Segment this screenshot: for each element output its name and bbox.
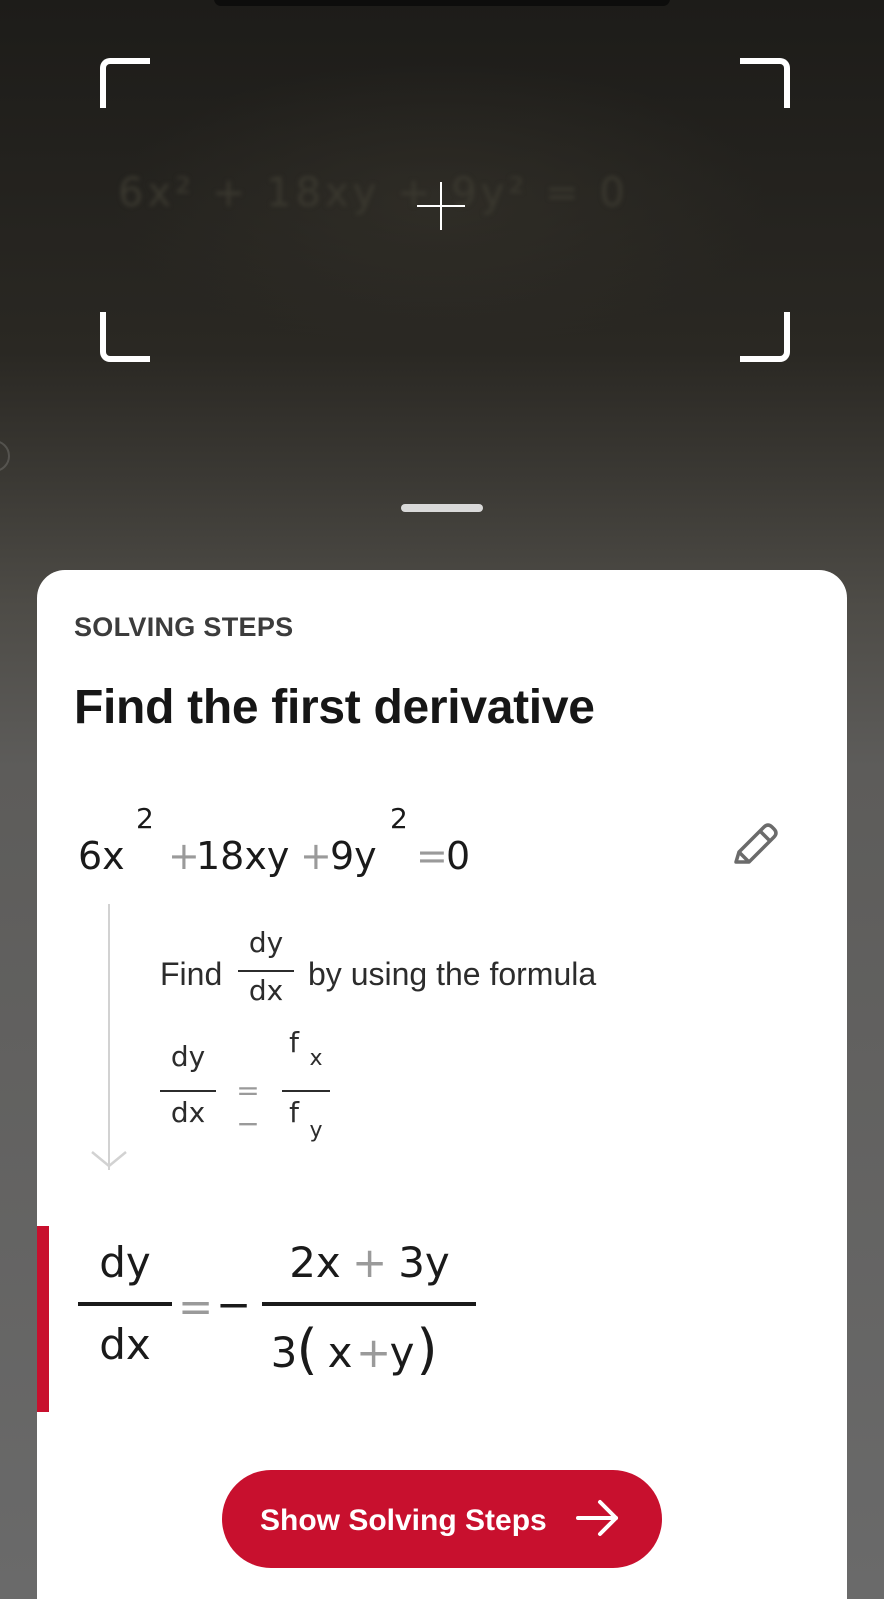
formula-rhs-numerator-subscript: x bbox=[309, 1046, 323, 1071]
equation-term-2: 18xy bbox=[196, 834, 290, 878]
equation: 6x 2 + 18xy + 9y 2 = 0 bbox=[78, 802, 470, 878]
result-rhs-bar bbox=[262, 1302, 476, 1306]
scan-frame-corner-top-left[interactable] bbox=[100, 58, 150, 108]
pencil-edit-icon[interactable] bbox=[724, 816, 784, 876]
result-numerator-term-a: 2x bbox=[289, 1238, 341, 1287]
equation-plus-2: + bbox=[300, 834, 332, 878]
result-lhs-denominator: dx bbox=[99, 1320, 151, 1369]
camera-cutout bbox=[214, 0, 670, 6]
hint-prefix: Find bbox=[160, 956, 223, 992]
edge-ring-icon bbox=[0, 440, 10, 472]
equation-exponent-2: 2 bbox=[390, 802, 408, 835]
step-connector-line bbox=[108, 904, 110, 1170]
result-denominator-coefficient: 3 bbox=[270, 1328, 298, 1377]
scan-frame-corner-bottom-left[interactable] bbox=[100, 312, 150, 362]
crosshair-icon bbox=[417, 182, 465, 230]
result-denominator-plus: + bbox=[356, 1328, 392, 1377]
result-numerator-term-b: 3y bbox=[398, 1238, 450, 1287]
result-lhs-numerator: dy bbox=[99, 1238, 151, 1287]
result-equals: = bbox=[178, 1282, 214, 1331]
show-solving-steps-button[interactable]: Show Solving Steps bbox=[222, 1470, 662, 1568]
scan-frame-corner-bottom-right[interactable] bbox=[740, 312, 790, 362]
formula-rhs-denominator-subscript: y bbox=[309, 1118, 323, 1143]
sheet-drag-handle[interactable] bbox=[401, 504, 483, 512]
result-numerator-plus: + bbox=[352, 1238, 388, 1287]
result-denominator-term-b: y bbox=[389, 1328, 415, 1377]
arrow-right-icon bbox=[576, 1500, 618, 1536]
formula-rhs-bar bbox=[282, 1090, 330, 1092]
equation-term-1: 6x bbox=[78, 834, 125, 878]
result-denominator-term-a: x bbox=[327, 1328, 353, 1377]
result-denominator-open-paren: ( bbox=[296, 1318, 318, 1381]
step-title: Find the first derivative bbox=[74, 681, 595, 734]
hint-fraction-denominator: dx bbox=[248, 974, 284, 1007]
hint-suffix: by using the formula bbox=[308, 956, 597, 992]
equation-exponent-1: 2 bbox=[136, 802, 154, 835]
hint-fraction-bar bbox=[238, 970, 294, 972]
formula-rhs-denominator: f bbox=[289, 1096, 299, 1129]
chevron-down-icon bbox=[91, 1151, 127, 1168]
equation-term-3: 9y bbox=[330, 834, 377, 878]
result-lhs-bar bbox=[78, 1302, 172, 1306]
hint-fraction-numerator: dy bbox=[248, 926, 284, 959]
equation-equals: = bbox=[416, 834, 448, 878]
result-denominator-close-paren: ) bbox=[416, 1318, 438, 1381]
formula-lhs-numerator: dy bbox=[170, 1040, 206, 1073]
result-minus: − bbox=[216, 1280, 252, 1329]
formula-lhs-bar bbox=[160, 1090, 216, 1092]
formula-lhs-denominator: dx bbox=[170, 1096, 206, 1129]
scan-frame-corner-top-right[interactable] bbox=[740, 58, 790, 108]
formula-rhs-numerator: f bbox=[289, 1026, 299, 1059]
formula-equals: = − bbox=[236, 1074, 260, 1140]
show-solving-steps-label: Show Solving Steps bbox=[260, 1504, 547, 1537]
section-label: SOLVING STEPS bbox=[74, 612, 294, 642]
equation-rhs: 0 bbox=[446, 834, 471, 878]
result-highlight-bar bbox=[37, 1226, 49, 1412]
